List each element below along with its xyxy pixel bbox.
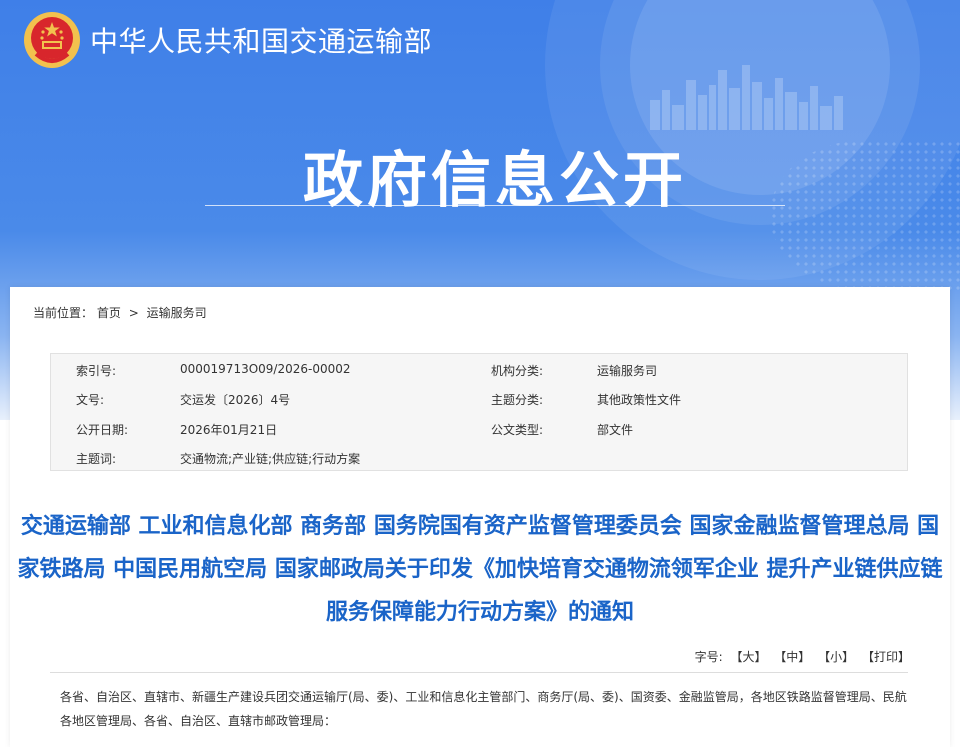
index-no-value: 000019713O09/2026-00002	[180, 362, 351, 376]
site-title[interactable]: 中华人民共和国交通运输部	[90, 20, 432, 60]
breadcrumb-separator: >	[128, 306, 139, 320]
breadcrumb: 当前位置： 首页 > 运输服务司	[33, 304, 207, 321]
dot-pattern	[770, 140, 960, 290]
doc-no-label: 文号:	[76, 393, 105, 407]
document-metadata-table: 索引号: 000019713O09/2026-00002 机构分类: 运输服务司…	[50, 353, 908, 471]
title-underline	[205, 205, 785, 206]
content-panel: 当前位置： 首页 > 运输服务司 索引号: 000019713O09/2026-…	[10, 287, 950, 747]
document-body: 各省、自治区、直辖市、新疆生产建设兵团交通运输厅(局、委)、工业和信息化主管部门…	[60, 690, 907, 728]
breadcrumb-label: 当前位置：	[33, 306, 94, 320]
font-large-button[interactable]: 【大】	[730, 650, 766, 664]
org-label: 机构分类:	[491, 364, 544, 378]
breadcrumb-current-link[interactable]: 运输服务司	[147, 306, 207, 320]
topic-label: 主题分类:	[491, 393, 544, 407]
breadcrumb-home-link[interactable]: 首页	[97, 306, 121, 320]
font-size-label: 字号:	[694, 650, 723, 664]
topic-value: 其他政策性文件	[597, 393, 682, 407]
font-medium-button[interactable]: 【中】	[774, 650, 810, 664]
keywords-label: 主题词:	[76, 452, 117, 466]
font-small-button[interactable]: 【小】	[818, 650, 854, 664]
date-label: 公开日期:	[76, 423, 129, 437]
document-title: 交通运输部 工业和信息化部 商务部 国务院国有资产监督管理委员会 国家金融监督管…	[17, 514, 943, 625]
org-value: 运输服务司	[597, 364, 658, 378]
date-value: 2026年01月21日	[180, 423, 278, 437]
divider	[50, 672, 908, 673]
font-size-toolbar: 字号: 【大】 【中】 【小】 【打印】	[695, 648, 910, 665]
keywords-value: 交通物流;产业链;供应链;行动方案	[180, 452, 361, 466]
city-skyline-icon	[650, 65, 843, 130]
type-label: 公文类型:	[491, 423, 544, 437]
index-no-label: 索引号:	[76, 364, 117, 378]
print-button[interactable]: 【打印】	[862, 650, 910, 664]
national-emblem-icon	[24, 12, 80, 68]
doc-no-value: 交运发〔2026〕4号	[180, 393, 291, 407]
type-value: 部文件	[597, 423, 634, 437]
